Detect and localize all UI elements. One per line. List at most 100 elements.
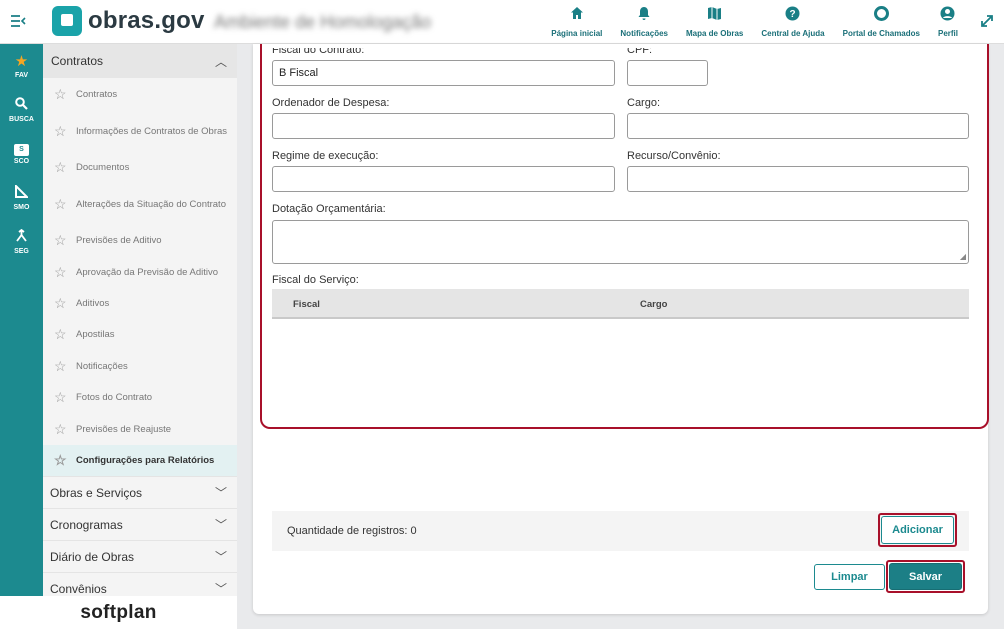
lifebuoy-icon [873, 6, 889, 26]
sidebar-section-title: Diário de Obras [50, 549, 135, 564]
sidebar-other-sections: Obras e Serviços ﹀ Cronogramas ﹀ Diário de O… [43, 476, 237, 596]
sidebar: Contratos ︿ ☆ Contratos ☆ Informações de Co… [43, 44, 237, 596]
nav-map[interactable]: Mapa de Obras [686, 6, 743, 38]
sidebar-footer: softplan [0, 596, 237, 629]
chevron-down-icon: ﹀ [214, 486, 227, 500]
nav-help[interactable]: ? Central de Ajuda [761, 6, 825, 38]
cpf-field[interactable] [627, 60, 708, 86]
seg-icon [15, 228, 28, 246]
sidebar-item-label: Contratos [76, 88, 118, 100]
rail-fav[interactable]: ★ FAV [0, 44, 43, 88]
cargo-label: Cargo: [627, 97, 661, 109]
fiscal-contrato-field[interactable] [272, 60, 615, 86]
rail-sco[interactable]: S SCO [0, 132, 43, 176]
nav-tickets[interactable]: Portal de Chamados [843, 6, 920, 38]
sidebar-item[interactable]: ☆ Alterações da Situação do Contrato [43, 183, 237, 225]
sidebar-section[interactable]: Convênios ﹀ [43, 572, 237, 596]
rail-fav-label: FAV [14, 71, 29, 79]
svg-text:?: ? [790, 9, 796, 20]
ordenador-field[interactable] [272, 113, 615, 139]
help-icon: ? [785, 6, 800, 26]
clear-button[interactable]: Limpar [814, 564, 885, 590]
regime-label: Regime de execução: [272, 150, 379, 162]
records-bar: Quantidade de registros: 0 [272, 511, 969, 551]
star-outline-icon[interactable]: ☆ [54, 421, 76, 438]
nav-profile[interactable]: Perfil [938, 6, 958, 38]
chevron-up-icon: ︿ [214, 54, 227, 69]
star-outline-icon[interactable]: ☆ [54, 389, 76, 406]
save-button[interactable]: Salvar [889, 563, 962, 590]
brand-name: obras.gov [88, 7, 205, 34]
sidebar-item-label: Previsões de Reajuste [76, 423, 172, 435]
nav-home-label: Página inicial [551, 29, 603, 38]
sco-icon: S [14, 143, 29, 156]
star-outline-icon[interactable]: ☆ [54, 326, 76, 343]
sidebar-item-label: Documentos [76, 162, 130, 173]
softplan-logo: softplan [80, 601, 157, 623]
cargo-field[interactable] [627, 113, 969, 139]
chevron-down-icon: ﹀ [214, 582, 227, 596]
sidebar-item-label: Notificações [76, 360, 128, 372]
star-outline-icon[interactable]: ☆ [54, 232, 76, 249]
sidebar-item[interactable]: ☆ Notificações [43, 350, 237, 382]
star-outline-icon[interactable]: ☆ [54, 123, 76, 140]
rail-search[interactable]: BUSCA [0, 88, 43, 132]
star-outline-icon[interactable]: ☆ [54, 196, 76, 213]
sidebar-section[interactable]: Diário de Obras ﹀ [43, 540, 237, 572]
star-outline-icon[interactable]: ☆ [54, 295, 76, 312]
sidebar-section[interactable]: Cronogramas ﹀ [43, 508, 237, 540]
rail-seg-label: SEG [14, 248, 29, 255]
logo-mark-icon [52, 6, 82, 36]
sidebar-item[interactable]: ☆ Informações de Contratos de Obras [43, 110, 237, 152]
records-count: Quantidade de registros: 0 [287, 525, 417, 537]
star-outline-icon[interactable]: ☆ [54, 358, 76, 375]
star-outline-icon[interactable]: ☆ [54, 159, 76, 176]
sidebar-item-label: Aprovação da Previsão de Aditivo [76, 266, 219, 278]
bell-icon [637, 6, 651, 26]
nav-notifications-label: Notificações [620, 29, 668, 38]
nav-notifications[interactable]: Notificações [620, 6, 668, 38]
sidebar-item[interactable]: ☆ Aditivos [43, 288, 237, 319]
column-header-fiscal: Fiscal [293, 299, 320, 310]
ordenador-label: Ordenador de Despesa: [272, 97, 390, 109]
column-header-cargo: Cargo [640, 299, 668, 310]
environment-label: Ambiente de Homologação [214, 12, 432, 32]
rail-search-label: BUSCA [9, 116, 34, 123]
sidebar-item[interactable]: ☆ Apostilas [43, 319, 237, 350]
sidebar-item-label: Aditivos [76, 298, 110, 309]
recurso-field[interactable] [627, 166, 969, 192]
sidebar-item[interactable]: ☆ Aprovação da Previsão de Aditivo [43, 256, 237, 288]
sidebar-item[interactable]: ☆ Previsões de Reajuste [43, 413, 237, 445]
rail-smo[interactable]: SMO [0, 176, 43, 220]
sidebar-section-title: Convênios [50, 581, 107, 596]
sidebar-item[interactable]: ☆ Fotos do Contrato [43, 382, 237, 413]
sidebar-section-contratos[interactable]: Contratos ︿ [43, 44, 237, 78]
star-outline-icon[interactable]: ☆ [54, 452, 76, 469]
nav-home[interactable]: Página inicial [551, 6, 602, 38]
sidebar-item-label: Informações de Contratos de Obras [76, 125, 228, 137]
sidebar-item[interactable]: ☆ Documentos [43, 152, 237, 183]
search-icon [15, 97, 28, 114]
add-button[interactable]: Adicionar [881, 516, 954, 544]
collapse-menu-icon[interactable] [10, 14, 30, 30]
sidebar-item[interactable]: ☆ Previsões de Aditivo [43, 225, 237, 256]
nav-tickets-label: Portal de Chamados [842, 29, 920, 38]
sidebar-section[interactable]: Obras e Serviços ﹀ [43, 476, 237, 508]
dotacao-textarea[interactable]: ◢ [272, 220, 969, 264]
star-outline-icon[interactable]: ☆ [54, 86, 76, 103]
nav-map-label: Mapa de Obras [685, 29, 744, 38]
rail-seg[interactable]: SEG [0, 220, 43, 264]
resize-grip-icon[interactable]: ◢ [960, 253, 966, 261]
sidebar-item-label: Previsões de Aditivo [76, 235, 162, 246]
sidebar-item[interactable]: ☆ Configurações para Relatórios [43, 445, 237, 476]
app-rail: ★ FAV BUSCA S SCO SMO SEG [0, 44, 43, 596]
sidebar-item-label: Fotos do Contrato [76, 392, 153, 403]
star-outline-icon[interactable]: ☆ [54, 264, 76, 281]
home-icon [570, 6, 584, 26]
rail-sco-label: SCO [13, 157, 30, 165]
nav-profile-label: Perfil [937, 29, 958, 38]
logo[interactable]: obras.gov [52, 6, 205, 36]
sidebar-item[interactable]: ☆ Contratos [43, 78, 237, 110]
regime-field[interactable] [272, 166, 615, 192]
expand-icon[interactable] [980, 12, 994, 33]
